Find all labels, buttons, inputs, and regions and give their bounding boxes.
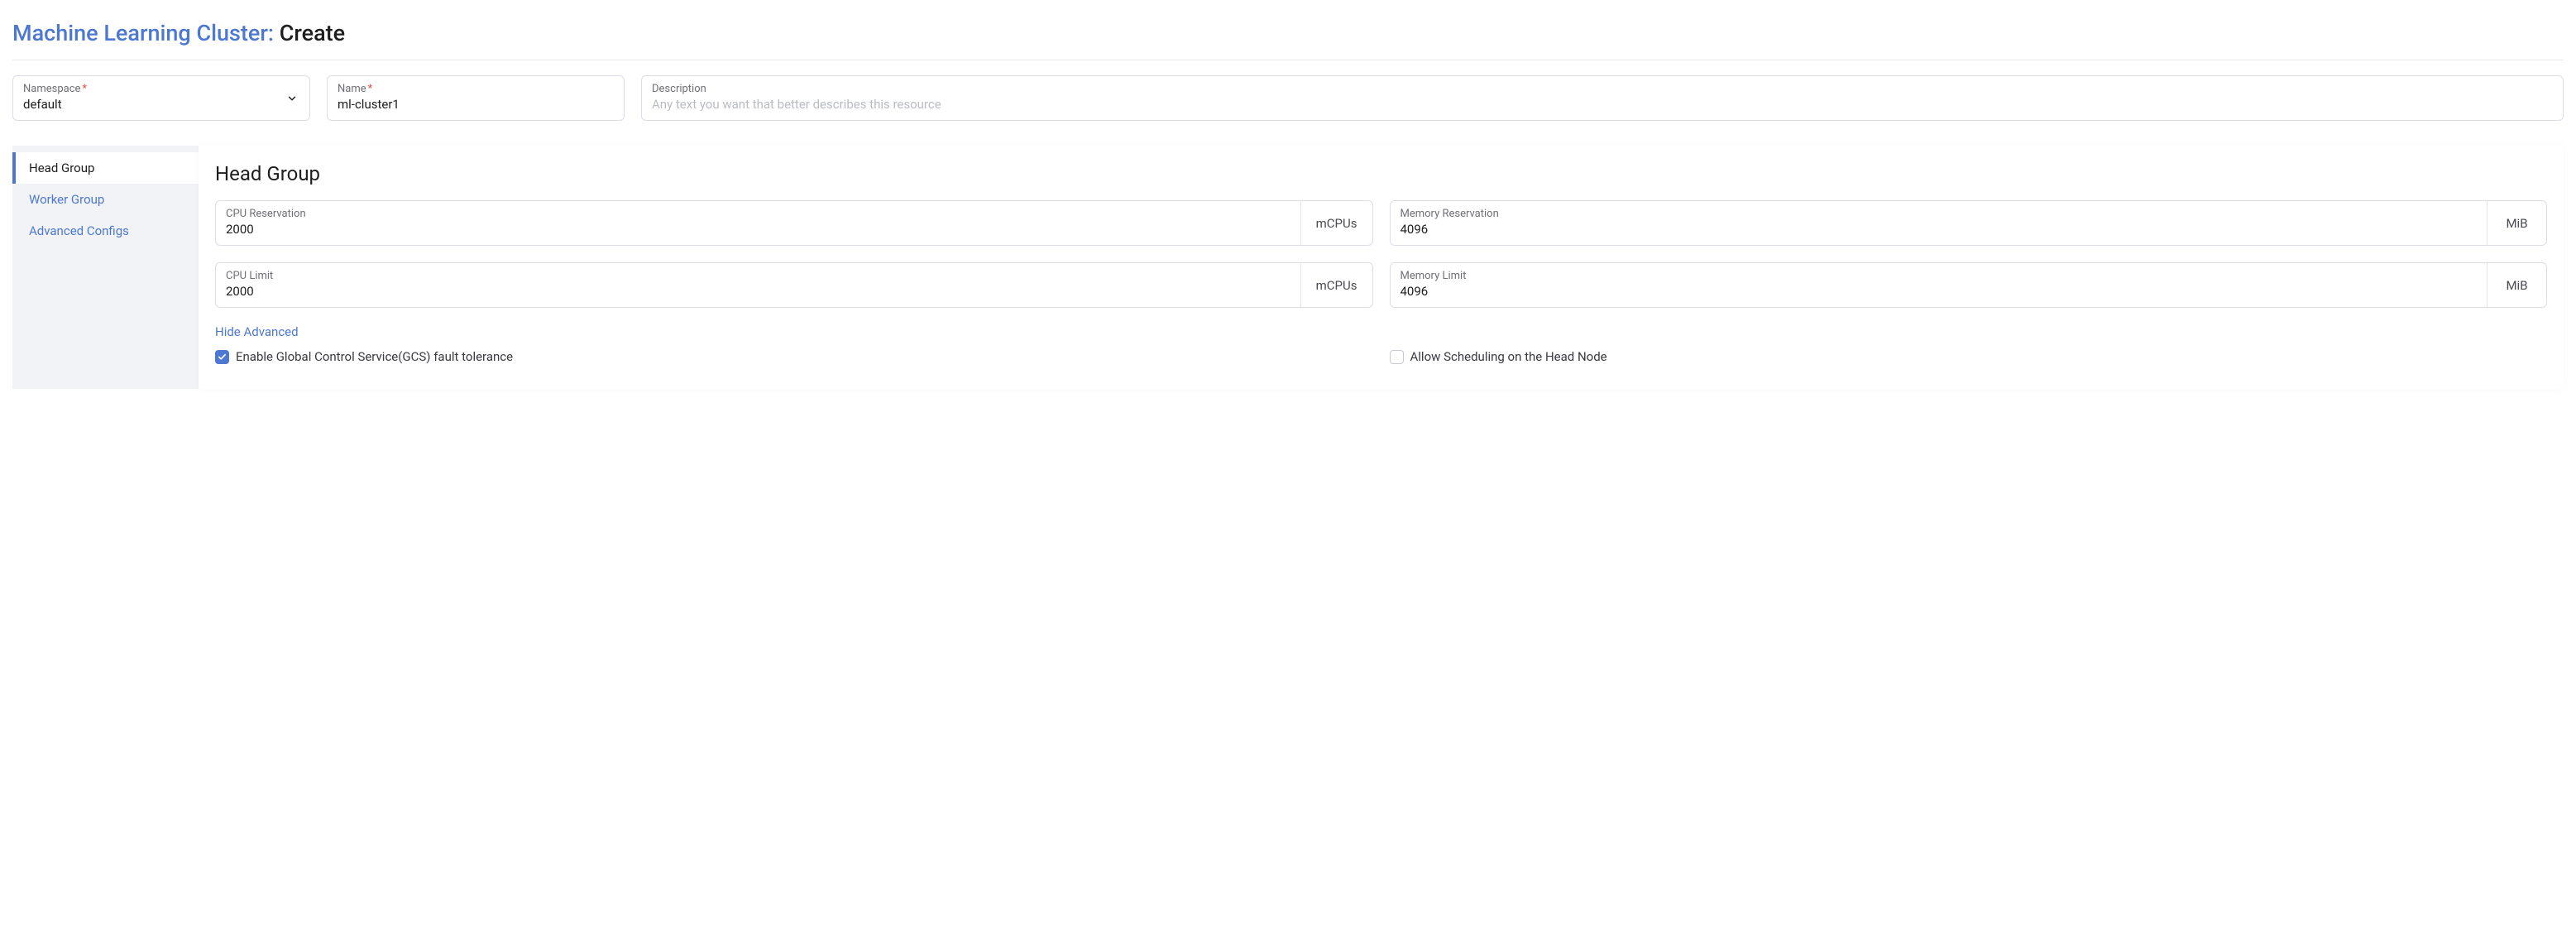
memory-reservation-label: Memory Reservation	[1401, 208, 2478, 220]
description-label: Description	[652, 83, 2553, 95]
required-asterisk: *	[368, 83, 373, 95]
description-input[interactable]	[652, 97, 2553, 112]
page-title: Machine Learning Cluster: Create	[12, 0, 2564, 60]
config-panel: Head Group Worker Group Advanced Configs…	[12, 146, 2564, 389]
checkbox-unchecked-icon	[1390, 350, 1404, 364]
panel-heading: Head Group	[215, 162, 2547, 185]
tab-worker-group[interactable]: Worker Group	[12, 184, 199, 215]
memory-limit-unit: MiB	[2487, 263, 2546, 307]
hide-advanced-toggle[interactable]: Hide Advanced	[215, 324, 299, 339]
cpu-limit-unit: mCPUs	[1300, 263, 1372, 307]
cpu-reservation-input[interactable]	[226, 222, 1290, 237]
memory-limit-input[interactable]	[1401, 284, 2478, 299]
gcs-fault-tolerance-option[interactable]: Enable Global Control Service(GCS) fault…	[215, 349, 1373, 364]
tab-advanced-configs[interactable]: Advanced Configs	[12, 215, 199, 247]
cpu-limit-input[interactable]	[226, 284, 1290, 299]
memory-reservation-field[interactable]: Memory Reservation MiB	[1390, 200, 2548, 246]
cpu-reservation-unit: mCPUs	[1300, 201, 1372, 245]
allow-scheduling-option[interactable]: Allow Scheduling on the Head Node	[1390, 349, 2548, 364]
cpu-reservation-field[interactable]: CPU Reservation mCPUs	[215, 200, 1373, 246]
panel-body: Head Group CPU Reservation mCPUs Memory …	[199, 146, 2564, 389]
namespace-value: default	[23, 97, 299, 112]
description-field[interactable]: Description	[641, 75, 2564, 121]
namespace-select[interactable]: Namespace* default	[12, 75, 310, 121]
page-title-action: Create	[280, 20, 345, 46]
top-fields-row: Namespace* default Name* Description	[12, 75, 2564, 121]
cpu-limit-field[interactable]: CPU Limit mCPUs	[215, 262, 1373, 308]
gcs-fault-tolerance-label: Enable Global Control Service(GCS) fault…	[236, 349, 513, 364]
memory-reservation-unit: MiB	[2487, 201, 2546, 245]
allow-scheduling-label: Allow Scheduling on the Head Node	[1410, 349, 1607, 364]
cpu-limit-label: CPU Limit	[226, 270, 1290, 282]
side-tabs: Head Group Worker Group Advanced Configs	[12, 146, 199, 389]
memory-limit-label: Memory Limit	[1401, 270, 2478, 282]
memory-reservation-input[interactable]	[1401, 222, 2478, 237]
required-asterisk: *	[82, 83, 87, 95]
namespace-label: Namespace*	[23, 83, 299, 95]
name-label: Name*	[338, 83, 614, 95]
checkbox-checked-icon	[215, 350, 229, 364]
name-input[interactable]	[338, 97, 614, 112]
page-title-prefix: Machine Learning Cluster:	[12, 20, 274, 46]
cpu-reservation-label: CPU Reservation	[226, 208, 1290, 220]
name-field[interactable]: Name*	[327, 75, 625, 121]
memory-limit-field[interactable]: Memory Limit MiB	[1390, 262, 2548, 308]
tab-head-group[interactable]: Head Group	[12, 152, 199, 184]
